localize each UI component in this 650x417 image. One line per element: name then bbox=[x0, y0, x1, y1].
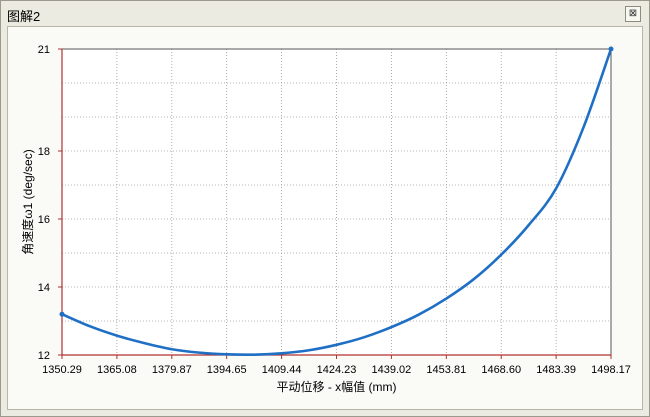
x-tick-label: 1424.23 bbox=[317, 364, 357, 376]
x-axis-label: 平动位移 - x幅值 (mm) bbox=[277, 379, 397, 394]
x-tick-label: 1350.29 bbox=[42, 364, 82, 376]
x-tick-label: 1439.02 bbox=[372, 364, 412, 376]
y-tick-label: 16 bbox=[38, 214, 50, 226]
x-tick-label: 1483.39 bbox=[536, 364, 576, 376]
y-tick-label: 21 bbox=[38, 44, 50, 56]
series-end-point bbox=[608, 46, 614, 52]
x-tick-label: 1365.08 bbox=[97, 364, 137, 376]
x-tick-label: 1498.17 bbox=[591, 364, 631, 376]
x-tick-label: 1379.87 bbox=[152, 364, 192, 376]
x-tick-label: 1409.44 bbox=[262, 364, 302, 376]
series-start-point bbox=[59, 311, 65, 317]
line-chart: 1350.29 1365.08 1379.87 1394.65 1409.44 1424.… bbox=[20, 44, 631, 394]
x-tick-label: 1394.65 bbox=[207, 364, 247, 376]
y-tick-label: 12 bbox=[38, 350, 50, 362]
y-tick-label: 14 bbox=[38, 282, 50, 294]
x-tick-label: 1468.60 bbox=[481, 364, 521, 376]
y-tick-label: 18 bbox=[38, 146, 50, 158]
x-tick-label: 1453.81 bbox=[426, 364, 466, 376]
y-axis-label: 角速度ω1 (deg/sec) bbox=[20, 149, 35, 254]
